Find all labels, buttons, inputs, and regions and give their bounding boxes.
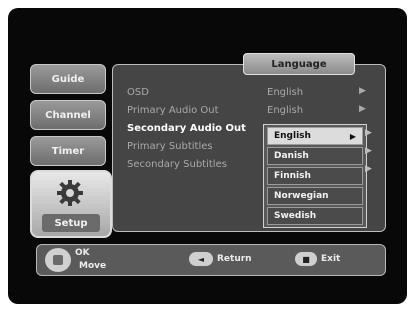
sidebar-item-label: Guide [51,73,85,85]
sidebar-item-setup[interactable]: Setup [30,170,112,238]
right-arrow-icon: ▶ [359,104,366,114]
setting-value: English [267,87,304,98]
setting-label: OSD [127,87,149,98]
right-arrow-icon: ▶ [365,128,372,138]
gear-icon [57,180,83,206]
dropdown-option-norwegian[interactable]: Norwegian [267,187,363,205]
sidebar-item-guide[interactable]: Guide [30,64,106,94]
help-bar: OK Move ◄ Return ■ Exit [36,244,386,276]
panel-title: Language [243,53,355,75]
tv-screen: Guide Channel Timer Setup Language OSD E… [8,8,407,304]
sidebar-item-label: Timer [51,145,85,157]
option-label: English [274,131,311,141]
setting-label: Primary Audio Out [127,105,219,116]
exit-hint: Exit [321,254,341,264]
dropdown-option-finnish[interactable]: Finnish [267,167,363,185]
return-hint: Return [217,254,252,264]
move-hint: Move [79,261,107,271]
option-label: Danish [274,151,309,161]
right-arrow-icon: ▶ [365,164,372,174]
setting-value: English [267,105,304,116]
option-label: Finnish [274,171,311,181]
pad-center [53,255,63,265]
setting-label: Secondary Audio Out [127,123,246,134]
dropdown-option-danish[interactable]: Danish [267,147,363,165]
ok-hint: OK [75,248,90,258]
language-dropdown[interactable]: English ▶ Danish Finnish Norwegian Swedi… [263,124,367,228]
return-button-icon: ◄ [189,252,213,266]
sidebar-item-label: Setup [42,214,100,232]
exit-button-icon: ■ [295,252,317,266]
setting-row-primary-audio[interactable]: Primary Audio Out English ▶ [127,103,377,119]
sidebar-item-channel[interactable]: Channel [30,100,106,130]
sidebar-item-label: Channel [45,109,91,121]
dropdown-option-swedish[interactable]: Swedish [267,207,363,225]
setting-row-osd[interactable]: OSD English ▶ [127,85,377,101]
option-label: Swedish [274,211,317,221]
setting-label: Primary Subtitles [127,141,213,152]
directional-pad-icon [45,248,71,272]
setting-label: Secondary Subtitles [127,159,227,170]
sidebar-item-timer[interactable]: Timer [30,136,106,166]
dropdown-option-english[interactable]: English ▶ [267,127,363,145]
option-label: Norwegian [274,191,329,201]
dropdown-side-arrows: ▶ ▶ ▶ [365,124,377,178]
right-arrow-icon: ▶ [359,86,366,96]
right-arrow-icon: ▶ [365,146,372,156]
right-arrow-icon: ▶ [349,131,356,141]
